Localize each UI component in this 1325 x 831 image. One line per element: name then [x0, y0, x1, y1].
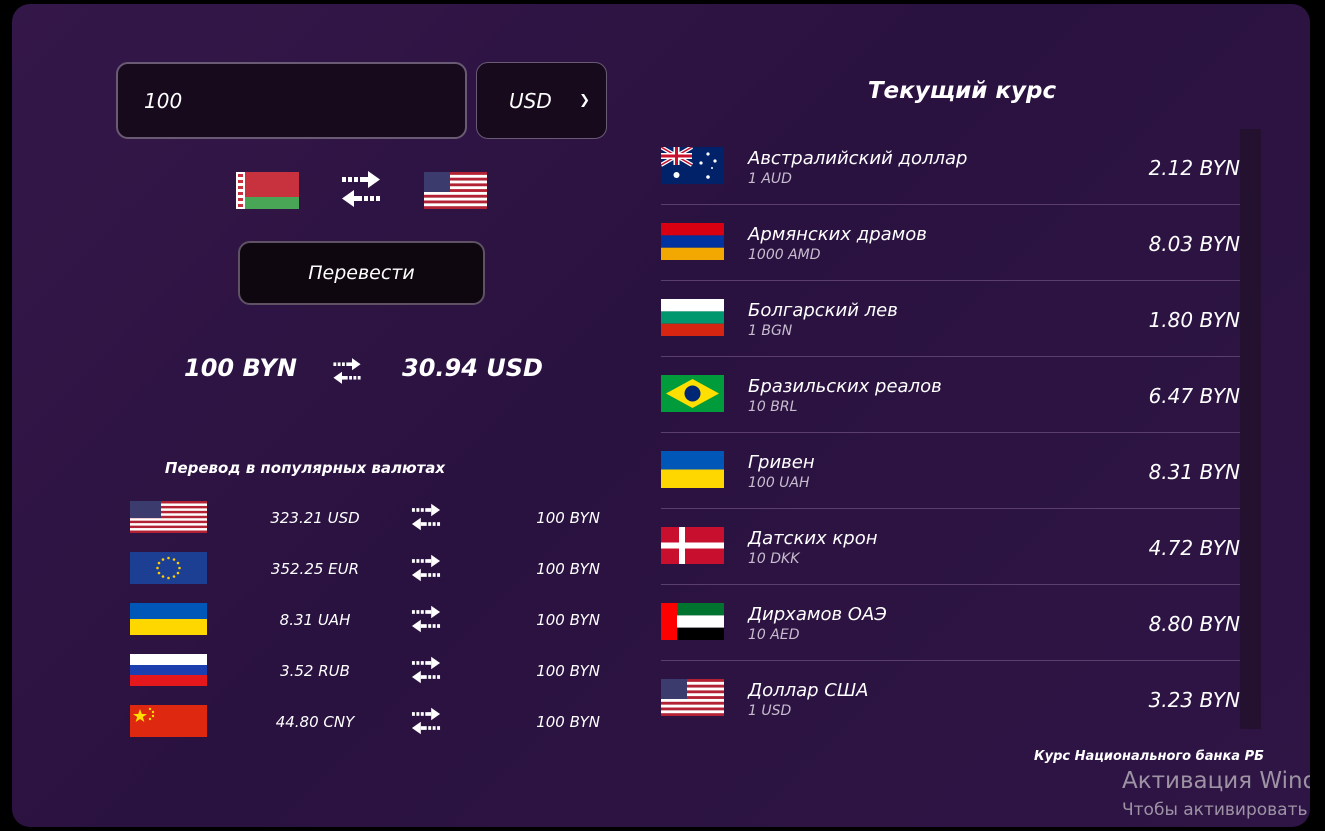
- popular-title: Перевод в популярных валютах: [164, 459, 446, 477]
- rate-unit: 1 USD: [748, 703, 792, 719]
- rate-name: Гривен: [748, 452, 815, 473]
- converter-panel: USD ❯ Перевести 100 BYN: [12, 4, 1310, 827]
- rate-row: Гривен 100 UAH 8.31 BYN: [661, 433, 1240, 509]
- popular-row: 44.80 CNY 100 BYN: [130, 705, 600, 741]
- popular-row: 323.21 USD 100 BYN: [130, 501, 600, 537]
- au-flag-icon: [661, 147, 724, 184]
- rate-row: Армянских драмов 1000 AMD 8.03 BYN: [661, 205, 1240, 281]
- watermark-line-1: Активация Windo: [1122, 768, 1310, 794]
- swap-arrows-icon: [411, 503, 441, 531]
- source-note: Курс Национального банка РБ: [1034, 749, 1265, 764]
- swap-arrows-icon: [411, 707, 441, 735]
- rate-value: 2.12 BYN: [1148, 156, 1240, 180]
- br-flag-icon: [661, 375, 724, 412]
- popular-from-value: 8.31 UAH: [279, 611, 351, 629]
- swap-arrows-icon: [411, 656, 441, 684]
- popular-to-value: 100 BYN: [536, 713, 600, 731]
- watermark-line-2: Чтобы активировать Win: [1122, 800, 1310, 820]
- rate-unit: 100 UAH: [748, 475, 810, 491]
- popular-to-value: 100 BYN: [536, 611, 600, 629]
- eu-flag-icon: [130, 552, 207, 584]
- rate-name: Болгарский лев: [748, 300, 898, 321]
- ru-flag-icon: [130, 654, 207, 686]
- us-flag-icon: [661, 679, 724, 716]
- rate-name: Армянских драмов: [748, 224, 927, 245]
- cn-flag-icon: [130, 705, 207, 737]
- rates-list[interactable]: Австралийский доллар 1 AUD 2.12 BYN Армя…: [661, 129, 1240, 729]
- rate-name: Датских крон: [748, 528, 878, 549]
- result-from: 100 BYN: [184, 354, 297, 382]
- rate-name: Доллар США: [748, 680, 869, 701]
- rate-row: Болгарский лев 1 BGN 1.80 BYN: [661, 281, 1240, 357]
- popular-to-value: 100 BYN: [536, 560, 600, 578]
- amount-input[interactable]: [116, 62, 467, 139]
- rate-row: Доллар США 1 USD 3.23 BYN: [661, 661, 1240, 729]
- chevron-down-icon: ❯: [579, 93, 590, 108]
- rate-unit: 1 BGN: [748, 323, 793, 339]
- rate-value: 8.03 BYN: [1148, 232, 1240, 256]
- popular-from-value: 3.52 RUB: [280, 662, 350, 680]
- rate-row: Датских крон 10 DKK 4.72 BYN: [661, 509, 1240, 585]
- bg-flag-icon: [661, 299, 724, 336]
- popular-row: 3.52 RUB 100 BYN: [130, 654, 600, 690]
- rate-unit: 10 AED: [748, 627, 800, 643]
- rate-unit: 10 DKK: [748, 551, 800, 567]
- popular-to-value: 100 BYN: [536, 662, 600, 680]
- result-to: 30.94 USD: [402, 354, 543, 382]
- rate-value: 1.80 BYN: [1148, 308, 1240, 332]
- popular-from-value: 44.80 CNY: [275, 713, 355, 731]
- rate-value: 4.72 BYN: [1148, 536, 1240, 560]
- rate-value: 3.23 BYN: [1148, 688, 1240, 712]
- swap-arrows-icon[interactable]: [338, 168, 384, 210]
- ua-flag-icon: [130, 603, 207, 635]
- ae-flag-icon: [661, 603, 724, 640]
- rate-row: Бразильских реалов 10 BRL 6.47 BYN: [661, 357, 1240, 433]
- rate-unit: 1 AUD: [748, 171, 792, 187]
- windows-activation-watermark: Активация Windo Чтобы активировать Win: [1122, 768, 1310, 820]
- popular-row: 8.31 UAH 100 BYN: [130, 603, 600, 639]
- popular-from-value: 323.21 USD: [270, 509, 360, 527]
- popular-row: 352.25 EUR 100 BYN: [130, 552, 600, 588]
- rate-name: Австралийский доллар: [748, 148, 968, 169]
- rates-scrollbar[interactable]: [1240, 129, 1261, 729]
- us-flag-icon: [130, 501, 207, 533]
- convert-button-label: Перевести: [308, 262, 415, 284]
- rate-name: Бразильских реалов: [748, 376, 942, 397]
- rate-unit: 1000 AMD: [748, 247, 821, 263]
- swap-arrows-icon: [411, 605, 441, 633]
- rate-value: 6.47 BYN: [1148, 384, 1240, 408]
- popular-to-value: 100 BYN: [536, 509, 600, 527]
- rate-unit: 10 BRL: [748, 399, 798, 415]
- convert-button[interactable]: Перевести: [238, 241, 485, 305]
- dk-flag-icon: [661, 527, 724, 564]
- rate-value: 8.80 BYN: [1148, 612, 1240, 636]
- rate-row: Дирхамов ОАЭ 10 AED 8.80 BYN: [661, 585, 1240, 661]
- popular-from-value: 352.25 EUR: [270, 560, 360, 578]
- ua-flag-icon: [661, 451, 724, 488]
- us-flag-icon: [424, 172, 487, 209]
- rate-row: Австралийский доллар 1 AUD 2.12 BYN: [661, 129, 1240, 205]
- by-flag-icon: [236, 172, 299, 209]
- am-flag-icon: [661, 223, 724, 260]
- result-swap-icon: [333, 358, 361, 384]
- currency-select-value: USD: [509, 88, 552, 113]
- currency-select[interactable]: USD ❯: [476, 62, 607, 139]
- rate-name: Дирхамов ОАЭ: [748, 604, 887, 625]
- swap-arrows-icon: [411, 554, 441, 582]
- rates-title: Текущий курс: [867, 78, 1057, 104]
- rate-value: 8.31 BYN: [1148, 460, 1240, 484]
